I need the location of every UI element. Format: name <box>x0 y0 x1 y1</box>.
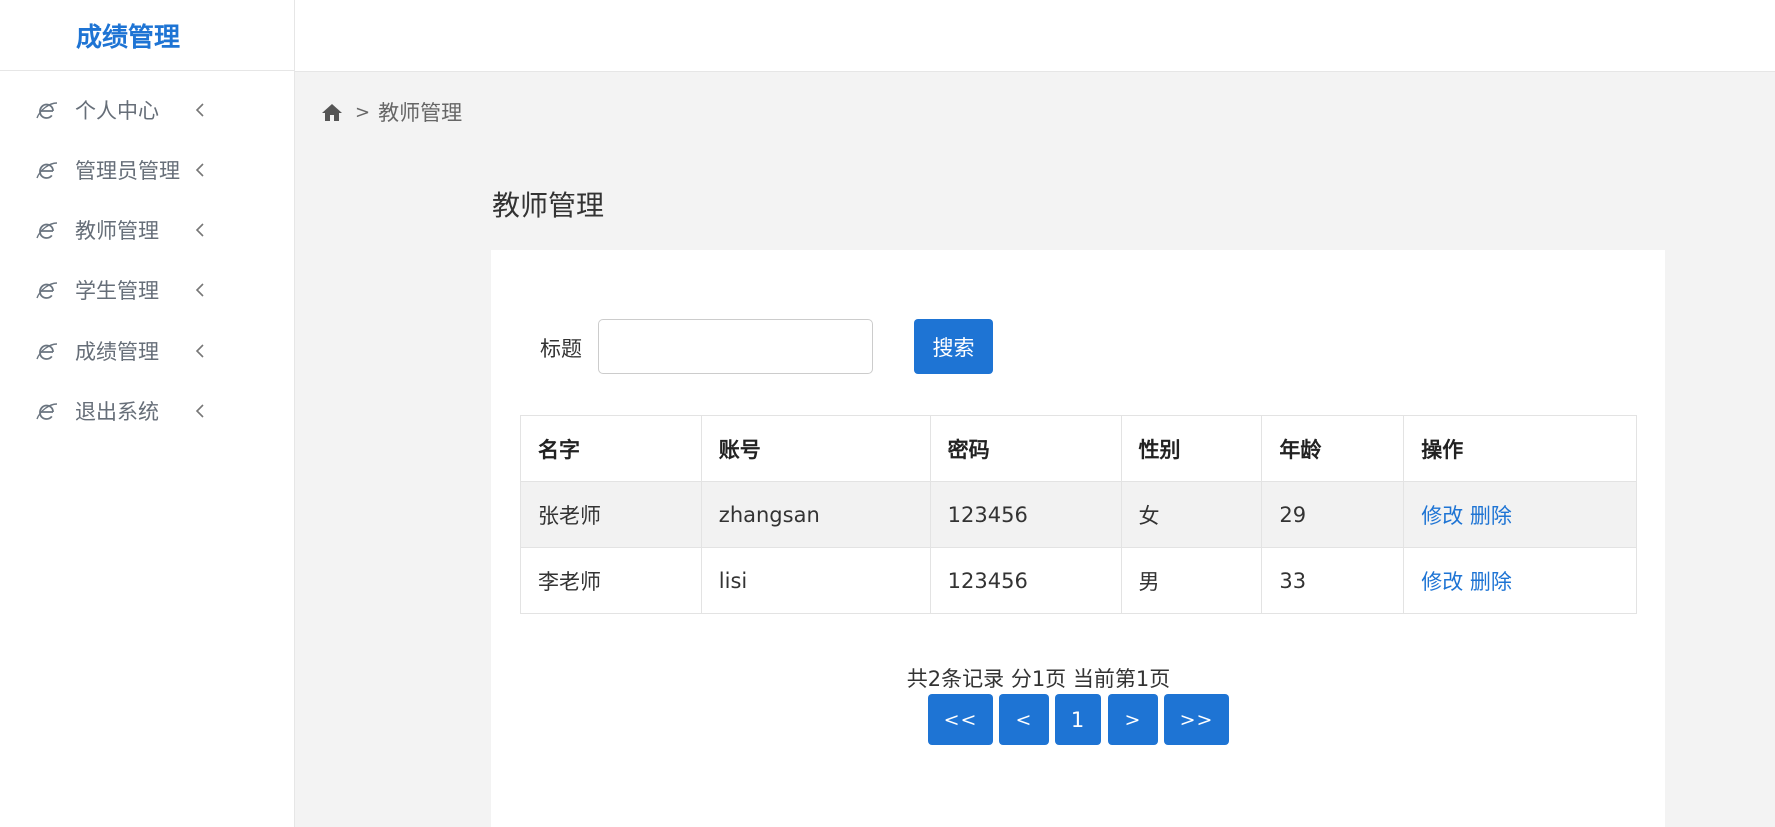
current-page-button[interactable]: 1 <box>1055 694 1101 745</box>
cell-actions: 修改 删除 <box>1403 547 1637 614</box>
teacher-table: 名字 账号 密码 性别 年龄 操作 张老师 zhangsan 123456 女 … <box>520 415 1637 614</box>
delete-link[interactable]: 删除 <box>1470 570 1512 594</box>
cell-gender: 女 <box>1120 481 1263 548</box>
ie-icon <box>36 282 58 299</box>
search-label: 标题 <box>540 337 582 361</box>
table-row: 张老师 zhangsan 123456 女 29 修改 删除 <box>520 481 1637 548</box>
cell-gender: 男 <box>1120 547 1263 614</box>
sidebar-item-students[interactable]: 学生管理 <box>0 270 294 310</box>
delete-link[interactable]: 删除 <box>1470 504 1512 528</box>
edit-link[interactable]: 修改 <box>1421 570 1463 594</box>
table-row: 李老师 lisi 123456 男 33 修改 删除 <box>520 547 1637 614</box>
column-header-gender: 性别 <box>1120 415 1263 482</box>
cell-account: zhangsan <box>700 481 931 548</box>
pagination-info: 共2条记录 分1页 当前第1页 <box>906 667 1171 691</box>
sidebar-item-teachers[interactable]: 教师管理 <box>0 210 294 250</box>
breadcrumb: > 教师管理 <box>321 97 462 127</box>
page-title: 教师管理 <box>492 189 605 222</box>
sidebar-item-admin[interactable]: 管理员管理 <box>0 150 294 190</box>
chevron-left-icon <box>195 283 204 297</box>
ie-icon <box>36 343 58 360</box>
cell-account: lisi <box>700 547 931 614</box>
ie-icon <box>36 162 58 179</box>
breadcrumb-separator: > <box>355 101 371 123</box>
cell-age: 29 <box>1261 481 1405 548</box>
sidebar-item-label: 学生管理 <box>75 279 159 303</box>
cell-password: 123456 <box>929 547 1122 614</box>
cell-password: 123456 <box>929 481 1122 548</box>
chevron-left-icon <box>195 103 204 117</box>
breadcrumb-current: 教师管理 <box>378 101 463 125</box>
chevron-left-icon <box>195 223 204 237</box>
column-header-name: 名字 <box>520 415 702 482</box>
column-header-actions: 操作 <box>1403 415 1637 482</box>
cell-age: 33 <box>1261 547 1405 614</box>
brand-title: 成绩管理 <box>0 0 294 71</box>
cell-actions: 修改 删除 <box>1403 481 1637 548</box>
last-page-button[interactable]: >> <box>1164 694 1229 745</box>
chevron-left-icon <box>195 404 204 418</box>
prev-page-button[interactable]: < <box>999 694 1049 745</box>
sidebar-item-label: 个人中心 <box>75 99 159 123</box>
search-button[interactable]: 搜索 <box>914 319 993 374</box>
sidebar-item-profile[interactable]: 个人中心 <box>0 90 294 130</box>
top-bar <box>295 0 1775 72</box>
ie-icon <box>36 222 58 239</box>
sidebar: 成绩管理 个人中心 管理员管理 教师管理 学生管理 成绩管理 退出系统 <box>0 0 295 827</box>
ie-icon <box>36 403 58 420</box>
sidebar-item-label: 成绩管理 <box>75 340 159 364</box>
column-header-account: 账号 <box>700 415 931 482</box>
table-header-row: 名字 账号 密码 性别 年龄 操作 <box>520 415 1637 482</box>
first-page-button[interactable]: << <box>928 694 993 745</box>
sidebar-item-label: 退出系统 <box>75 400 159 424</box>
cell-name: 张老师 <box>520 481 702 548</box>
sidebar-item-label: 管理员管理 <box>75 159 180 183</box>
home-icon[interactable] <box>321 102 343 122</box>
next-page-button[interactable]: > <box>1108 694 1158 745</box>
sidebar-item-logout[interactable]: 退出系统 <box>0 391 294 431</box>
search-input[interactable] <box>598 319 873 374</box>
column-header-age: 年龄 <box>1261 415 1405 482</box>
sidebar-item-label: 教师管理 <box>75 219 159 243</box>
cell-name: 李老师 <box>520 547 702 614</box>
column-header-password: 密码 <box>929 415 1122 482</box>
chevron-left-icon <box>195 163 204 177</box>
ie-icon <box>36 102 58 119</box>
edit-link[interactable]: 修改 <box>1421 504 1463 528</box>
sidebar-item-grades[interactable]: 成绩管理 <box>0 331 294 371</box>
chevron-left-icon <box>195 344 204 358</box>
